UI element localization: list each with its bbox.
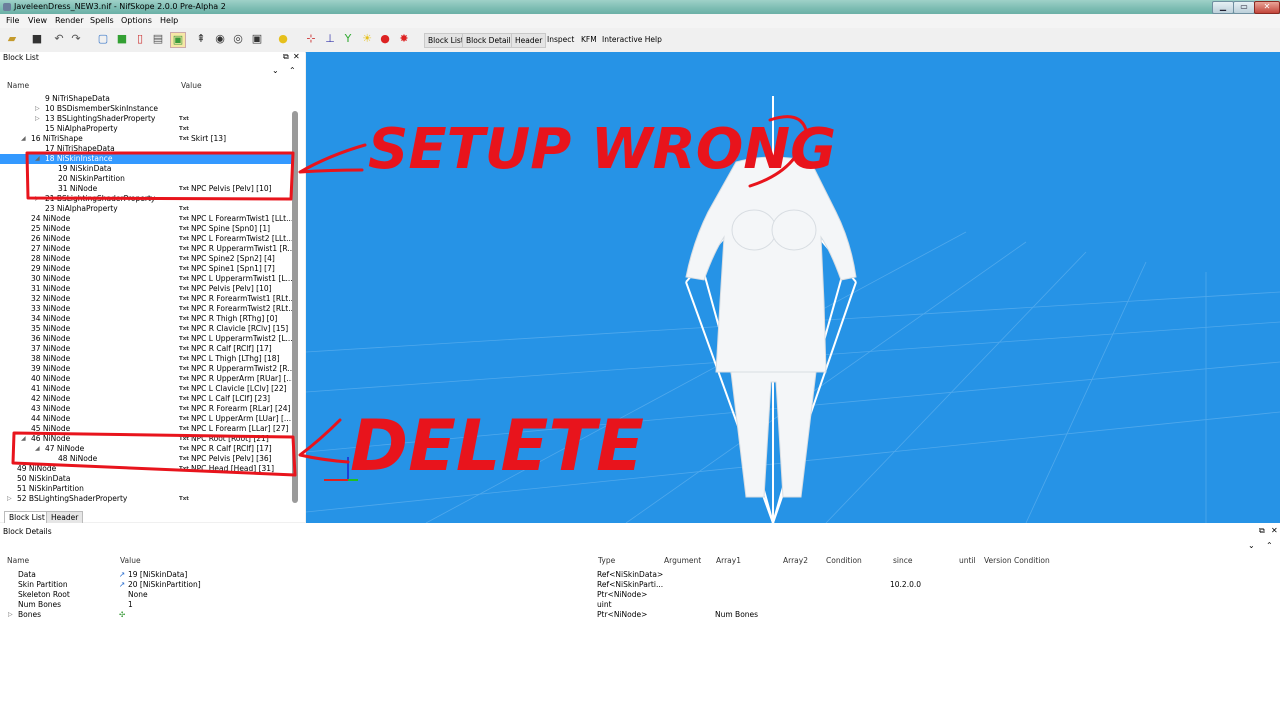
annotation-overlay: SETUP WRONG DELETE xyxy=(11,115,836,487)
setup-arrow xyxy=(298,143,367,174)
delete-annotation: DELETE xyxy=(350,405,644,487)
setup-wrong-annotation: SETUP WRONG xyxy=(368,117,836,182)
delete-box xyxy=(11,431,297,477)
setup-wrong-box xyxy=(25,151,295,201)
delete-arrow xyxy=(298,418,350,464)
